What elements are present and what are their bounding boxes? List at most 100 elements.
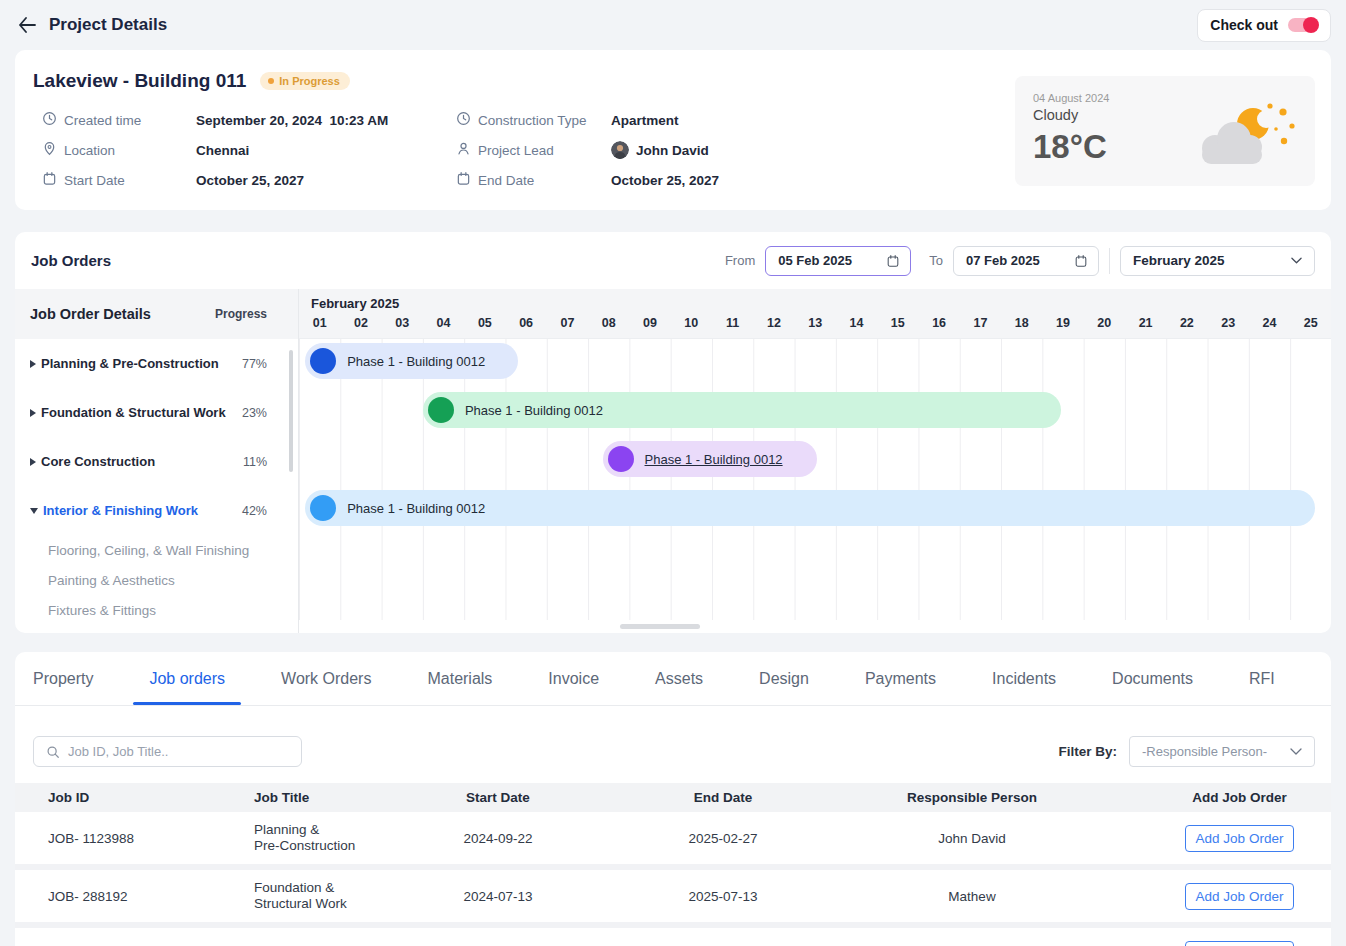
tab-payments[interactable]: Payments: [837, 652, 964, 705]
clock-icon: [42, 111, 57, 129]
search-icon: [46, 745, 60, 759]
caret-down-icon[interactable]: [30, 508, 38, 514]
cell-action: Add Job Order: [1180, 941, 1331, 946]
detail-tabs-card: PropertyJob ordersWork OrdersMaterialsIn…: [15, 652, 1331, 946]
progress-header: Progress: [215, 307, 267, 321]
job-order-node-3[interactable]: Interior & Finishing Work42%: [15, 486, 298, 535]
timeline-day-label: 04: [423, 316, 464, 330]
cell-end-date: 2025-07-13: [685, 889, 905, 904]
job-order-node-0[interactable]: Planning & Pre-Construction77%: [15, 339, 298, 388]
table-header-cell: Start Date: [455, 790, 685, 805]
gantt-grid: Phase 1 - Building 0012 Phase 1 - Buildin…: [299, 339, 1331, 620]
caret-right-icon[interactable]: [30, 458, 36, 466]
add-job-order-button[interactable]: Add Job Order: [1185, 883, 1295, 910]
field-value-2: Chennai: [196, 143, 456, 158]
caret-right-icon[interactable]: [30, 360, 36, 368]
field-value-text: September 20, 2024 10:23 AM: [196, 113, 388, 128]
job-order-progress: 42%: [242, 504, 267, 518]
month-selector[interactable]: February 2025: [1120, 246, 1315, 276]
job-order-progress: 11%: [243, 455, 267, 469]
job-order-subtask[interactable]: Painting & Aesthetics: [15, 565, 298, 595]
status-badge: In Progress: [260, 72, 350, 90]
timeline-day-label: 14: [836, 316, 877, 330]
job-title-line: Structural Work: [254, 896, 455, 912]
timeline-day-label: 17: [960, 316, 1001, 330]
responsible-person-filter[interactable]: -Responsible Person-: [1129, 736, 1315, 767]
project-info-card: Lakeview - Building 011 In Progress Crea…: [15, 50, 1331, 210]
table-header-cell: Job ID: [15, 790, 240, 805]
job-order-node-label: Interior & Finishing Work: [43, 503, 242, 518]
cell-responsible-person: John David: [905, 831, 1180, 846]
job-order-details-header: Job Order Details: [30, 306, 151, 322]
job-order-progress: 23%: [242, 406, 267, 420]
timeline-day-label: 11: [712, 316, 753, 330]
add-job-order-button[interactable]: Add Job Order: [1185, 941, 1295, 946]
tab-design[interactable]: Design: [731, 652, 837, 705]
tab-documents[interactable]: Documents: [1084, 652, 1221, 705]
tab-job-orders[interactable]: Job orders: [121, 652, 253, 705]
divider: [1109, 248, 1110, 274]
field-label-1: Construction Type: [456, 111, 611, 129]
gantt-bar-0[interactable]: Phase 1 - Building 0012: [305, 343, 518, 379]
search-input[interactable]: Job ID, Job Title..: [33, 736, 302, 767]
table-header-cell: Responsible Person: [905, 790, 1180, 805]
person-icon: [456, 141, 471, 159]
gantt-bar-dot: [608, 446, 634, 472]
timeline-day-label: 10: [671, 316, 712, 330]
project-name: Lakeview - Building 011: [33, 70, 246, 92]
location-pin-icon: [42, 141, 57, 159]
tab-property[interactable]: Property: [15, 652, 121, 705]
tab-materials[interactable]: Materials: [399, 652, 520, 705]
field-value-text: October 25, 2027: [611, 173, 719, 188]
from-date-input[interactable]: 05 Feb 2025: [765, 246, 911, 276]
avatar: [611, 141, 629, 159]
vertical-scrollbar[interactable]: [289, 350, 293, 472]
gantt-bar-1[interactable]: Phase 1 - Building 0012: [423, 392, 1061, 428]
timeline-day-label: 03: [382, 316, 423, 330]
table-row: Add Job Order: [15, 928, 1331, 946]
gantt-bar-3[interactable]: Phase 1 - Building 0012: [305, 490, 1315, 526]
job-order-subtask[interactable]: Flooring, Ceiling, & Wall Finishing: [15, 535, 298, 565]
timeline-month-label: February 2025: [299, 289, 1331, 311]
checkout-control[interactable]: Check out: [1197, 9, 1331, 42]
page-title: Project Details: [49, 15, 167, 35]
timeline-day-label: 24: [1249, 316, 1290, 330]
back-button[interactable]: [15, 13, 39, 37]
field-label-text: Start Date: [64, 173, 125, 188]
table-header-cell: Job Title: [240, 790, 455, 806]
gantt-bar-dot: [310, 495, 336, 521]
cell-end-date: 2025-02-27: [685, 831, 905, 846]
to-date-input[interactable]: 07 Feb 2025: [953, 246, 1099, 276]
tab-assets[interactable]: Assets: [627, 652, 731, 705]
field-label-text: Location: [64, 143, 115, 158]
tab-incidents[interactable]: Incidents: [964, 652, 1084, 705]
job-order-subtask[interactable]: Fixtures & Fittings: [15, 595, 298, 625]
add-job-order-button[interactable]: Add Job Order: [1185, 825, 1295, 852]
checkout-toggle[interactable]: [1288, 18, 1318, 32]
job-order-node-1[interactable]: Foundation & Structural Work23%: [15, 388, 298, 437]
caret-right-icon[interactable]: [30, 409, 36, 417]
gantt-timeline: February 2025 01020304050607080910111213…: [299, 289, 1331, 633]
job-order-node-2[interactable]: Core Construction11%: [15, 437, 298, 486]
field-label-2: Location: [42, 141, 196, 159]
tab-rfi[interactable]: RFI: [1221, 652, 1303, 705]
job-title-line: Planning &: [254, 822, 455, 838]
field-label-text: Created time: [64, 113, 141, 128]
cell-action: Add Job Order: [1180, 825, 1331, 852]
gantt-bar-label: Phase 1 - Building 0012: [347, 354, 485, 369]
job-orders-title: Job Orders: [31, 252, 111, 269]
job-orders-table: Job IDJob TitleStart DateEnd DateRespons…: [15, 783, 1331, 946]
horizontal-scrollbar[interactable]: [620, 624, 700, 629]
timeline-day-label: 19: [1042, 316, 1083, 330]
timeline-day-label: 22: [1166, 316, 1207, 330]
tab-work-orders[interactable]: Work Orders: [253, 652, 399, 705]
chevron-down-icon: [1291, 257, 1302, 264]
calendar-icon: [456, 171, 471, 189]
field-label-text: End Date: [478, 173, 534, 188]
gantt-bar-2[interactable]: Phase 1 - Building 0012: [603, 441, 818, 477]
field-value-text: October 25, 2027: [196, 173, 304, 188]
table-header-row: Job IDJob TitleStart DateEnd DateRespons…: [15, 783, 1331, 812]
to-label: To: [929, 253, 943, 268]
table-row: JOB- 288192Foundation &Structural Work20…: [15, 870, 1331, 922]
tab-invoice[interactable]: Invoice: [520, 652, 627, 705]
